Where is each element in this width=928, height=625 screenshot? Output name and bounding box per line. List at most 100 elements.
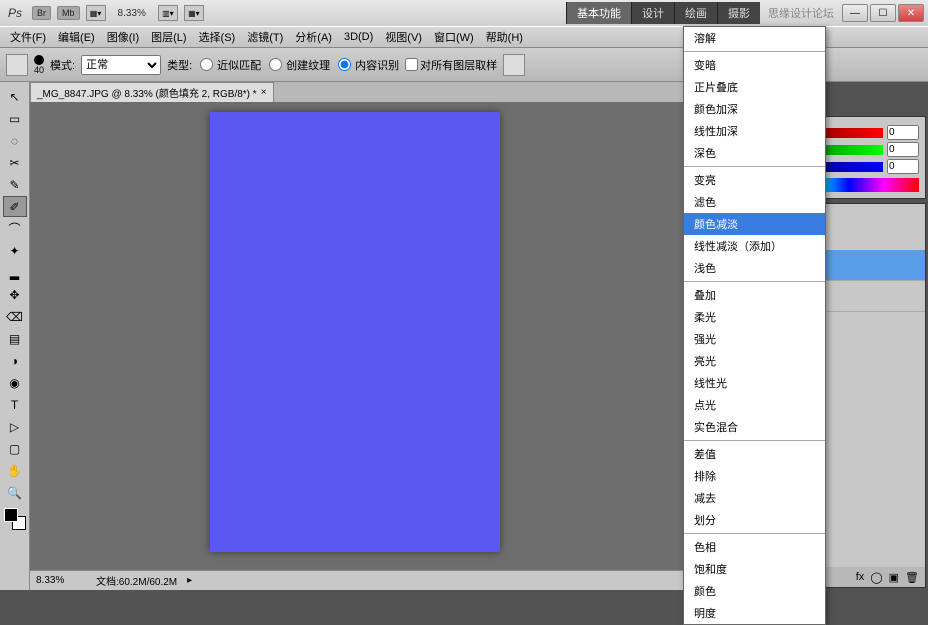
mask-icon[interactable]: ◯ [870, 571, 882, 584]
tool-hand[interactable]: ✋ [3, 460, 27, 481]
tool-healing[interactable]: ✐ [3, 196, 27, 217]
tool-lasso[interactable]: ◌ [3, 130, 27, 151]
blend-item[interactable]: 实色混合 [684, 416, 825, 438]
b-input[interactable] [887, 159, 919, 174]
menu-help[interactable]: 帮助(H) [480, 29, 529, 45]
blend-item[interactable]: 线性光 [684, 372, 825, 394]
screen-mode-icon[interactable]: ▦▾ [86, 5, 106, 21]
tool-move[interactable]: ↖ [3, 86, 27, 107]
blend-item[interactable]: 颜色 [684, 580, 825, 602]
blend-item[interactable]: 变亮 [684, 169, 825, 191]
document-tab-title: _MG_8847.JPG @ 8.33% (颜色填充 2, RGB/8*) * [37, 85, 257, 100]
menu-separator [684, 281, 825, 282]
blend-item[interactable]: 点光 [684, 394, 825, 416]
brush-dot-icon [34, 55, 44, 65]
checkbox-sample-all[interactable]: 对所有图层取样 [405, 57, 497, 73]
menu-3d[interactable]: 3D(D) [338, 31, 379, 43]
tool-brush[interactable]: ⌒ [3, 218, 27, 239]
blend-item[interactable]: 深色 [684, 142, 825, 164]
close-button[interactable]: ✕ [898, 4, 924, 22]
menu-select[interactable]: 选择(S) [193, 29, 242, 45]
menu-edit[interactable]: 编辑(E) [52, 29, 101, 45]
menu-analysis[interactable]: 分析(A) [289, 29, 338, 45]
blend-item[interactable]: 线性加深 [684, 120, 825, 142]
workspace-design[interactable]: 设计 [631, 2, 674, 24]
status-arrow-icon[interactable]: ▸ [187, 575, 192, 586]
tool-blur[interactable]: ▤ [3, 328, 27, 349]
arrange-icon[interactable]: ▥▾ [158, 5, 178, 21]
menu-file[interactable]: 文件(F) [4, 29, 52, 45]
radio-content-aware[interactable]: 内容识别 [336, 57, 399, 73]
title-zoom: 8.33% [112, 8, 152, 19]
pressure-icon[interactable] [503, 54, 525, 76]
new-layer-icon[interactable]: ▣ [889, 571, 899, 584]
tool-eraser[interactable]: ✥ [3, 284, 27, 305]
r-input[interactable] [887, 125, 919, 140]
canvas-viewport[interactable] [30, 102, 700, 570]
color-swatch[interactable] [4, 508, 26, 530]
mode-select[interactable]: 正常 [81, 55, 161, 75]
blend-item[interactable]: 颜色加深 [684, 98, 825, 120]
tool-gradient[interactable]: ⌫ [3, 306, 27, 327]
tool-shape[interactable]: ▢ [3, 438, 27, 459]
menu-view[interactable]: 视图(V) [379, 29, 428, 45]
blend-mode-menu: 溶解 变暗 正片叠底 颜色加深 线性加深 深色 变亮 滤色 颜色减淡 线性减淡（… [683, 26, 826, 625]
tool-history[interactable]: ▂ [3, 262, 27, 283]
tool-type[interactable]: T [3, 394, 27, 415]
blend-item[interactable]: 正片叠底 [684, 76, 825, 98]
blend-item[interactable]: 亮光 [684, 350, 825, 372]
menu-separator [684, 533, 825, 534]
menu-image[interactable]: 图像(I) [101, 29, 145, 45]
tool-crop[interactable]: ✂ [3, 152, 27, 173]
blend-item[interactable]: 明度 [684, 602, 825, 624]
blend-item-selected[interactable]: 颜色减淡 [684, 213, 825, 235]
type-label: 类型: [167, 57, 192, 73]
tool-eyedropper[interactable]: ✎ [3, 174, 27, 195]
blend-item[interactable]: 色相 [684, 536, 825, 558]
view-extra-icon[interactable]: ▦▾ [184, 5, 204, 21]
blend-item[interactable]: 浅色 [684, 257, 825, 279]
tool-pen[interactable]: ◉ [3, 372, 27, 393]
menu-filter[interactable]: 滤镜(T) [241, 29, 289, 45]
status-zoom[interactable]: 8.33% [36, 575, 86, 586]
workspace-photo[interactable]: 摄影 [717, 2, 760, 24]
maximize-button[interactable]: ☐ [870, 4, 896, 22]
blend-item[interactable]: 线性减淡（添加） [684, 235, 825, 257]
g-input[interactable] [887, 142, 919, 157]
fx-icon[interactable]: fx [856, 571, 865, 583]
canvas-area: _MG_8847.JPG @ 8.33% (颜色填充 2, RGB/8*) * … [30, 82, 700, 590]
close-tab-icon[interactable]: × [261, 87, 267, 98]
blend-item[interactable]: 划分 [684, 509, 825, 531]
menu-window[interactable]: 窗口(W) [428, 29, 480, 45]
current-tool-icon[interactable] [6, 54, 28, 76]
menu-layer[interactable]: 图层(L) [145, 29, 192, 45]
blend-item[interactable]: 叠加 [684, 284, 825, 306]
blend-item[interactable]: 滤色 [684, 191, 825, 213]
tool-zoom[interactable]: 🔍 [3, 482, 27, 503]
tool-path[interactable]: ▷ [3, 416, 27, 437]
blend-item[interactable]: 溶解 [684, 27, 825, 49]
minibridge-badge[interactable]: Mb [57, 6, 80, 20]
blend-item[interactable]: 强光 [684, 328, 825, 350]
radio-proximity[interactable]: 近似匹配 [198, 57, 261, 73]
blend-item[interactable]: 减去 [684, 487, 825, 509]
blend-item[interactable]: 饱和度 [684, 558, 825, 580]
bridge-badge[interactable]: Br [32, 6, 51, 20]
blend-item[interactable]: 柔光 [684, 306, 825, 328]
watermark-text: 思缘设计论坛 [760, 5, 842, 21]
radio-texture[interactable]: 创建纹理 [267, 57, 330, 73]
blend-item[interactable]: 排除 [684, 465, 825, 487]
workspace-paint[interactable]: 绘画 [674, 2, 717, 24]
trash-icon[interactable]: 🗑 [905, 571, 919, 584]
artboard [210, 112, 500, 552]
document-tab-bar: _MG_8847.JPG @ 8.33% (颜色填充 2, RGB/8*) * … [30, 82, 700, 102]
brush-preset[interactable]: 40 [34, 55, 44, 75]
workspace-essentials[interactable]: 基本功能 [566, 2, 631, 24]
blend-item[interactable]: 差值 [684, 443, 825, 465]
document-tab[interactable]: _MG_8847.JPG @ 8.33% (颜色填充 2, RGB/8*) * … [30, 82, 274, 103]
minimize-button[interactable]: — [842, 4, 868, 22]
tool-marquee[interactable]: ▭ [3, 108, 27, 129]
tool-stamp[interactable]: ✦ [3, 240, 27, 261]
tool-dodge[interactable]: ◑ [3, 350, 27, 371]
blend-item[interactable]: 变暗 [684, 54, 825, 76]
